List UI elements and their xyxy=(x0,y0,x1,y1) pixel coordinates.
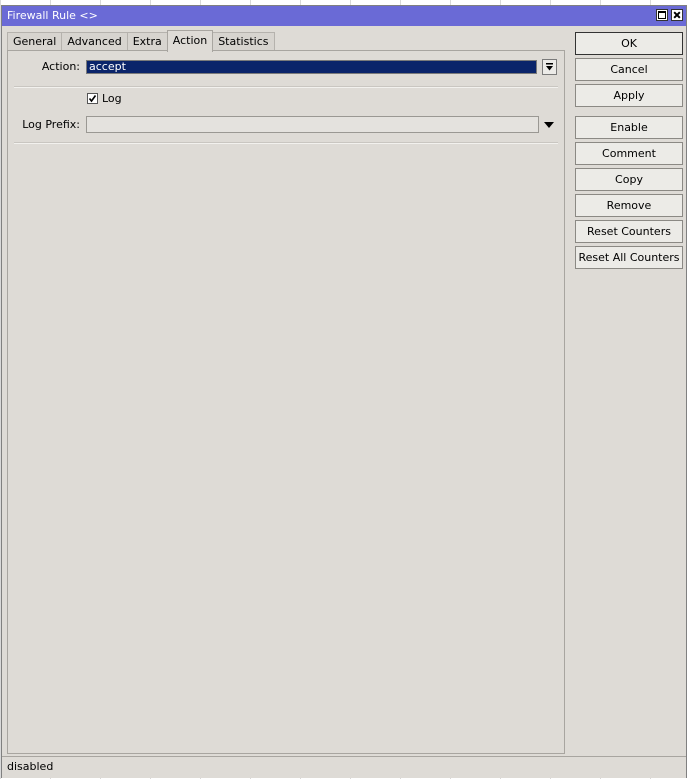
maximize-icon[interactable] xyxy=(656,9,668,21)
action-label: Action: xyxy=(41,60,80,73)
log-checkbox-label: Log xyxy=(102,92,122,105)
check-icon xyxy=(88,95,97,103)
comment-button[interactable]: Comment xyxy=(575,142,683,165)
log-prefix-dropdown-icon[interactable] xyxy=(543,121,555,129)
reset-all-counters-button[interactable]: Reset All Counters xyxy=(575,246,683,269)
log-prefix-label: Log Prefix: xyxy=(22,118,80,131)
tab-action[interactable]: Action xyxy=(166,30,214,52)
title-bar[interactable]: Firewall Rule <> xyxy=(2,6,686,26)
firewall-rule-window: Firewall Rule <> General Advanced Extra … xyxy=(1,5,687,778)
action-select[interactable]: accept xyxy=(86,60,537,74)
tab-extra[interactable]: Extra xyxy=(126,32,168,51)
tab-statistics[interactable]: Statistics xyxy=(212,32,275,51)
enable-button[interactable]: Enable xyxy=(575,116,683,139)
window-title: Firewall Rule <> xyxy=(7,9,98,22)
status-text: disabled xyxy=(7,760,54,773)
tab-advanced[interactable]: Advanced xyxy=(61,32,128,51)
log-prefix-input[interactable] xyxy=(86,116,539,133)
copy-button[interactable]: Copy xyxy=(575,168,683,191)
cancel-button[interactable]: Cancel xyxy=(575,58,683,81)
section-divider xyxy=(14,142,558,144)
tab-general[interactable]: General xyxy=(7,32,63,51)
dropdown-arrow-icon xyxy=(546,63,553,71)
close-icon[interactable] xyxy=(671,9,683,21)
remove-button[interactable]: Remove xyxy=(575,194,683,217)
ok-button[interactable]: OK xyxy=(575,32,683,55)
tab-bar: General Advanced Extra Action Statistics xyxy=(7,30,275,52)
log-checkbox[interactable] xyxy=(87,93,98,104)
section-divider xyxy=(14,86,558,88)
apply-button[interactable]: Apply xyxy=(575,84,683,107)
status-bar: disabled xyxy=(2,756,686,778)
action-tab-panel: Action: accept Log Log Prefix: xyxy=(7,50,565,754)
reset-counters-button[interactable]: Reset Counters xyxy=(575,220,683,243)
action-dropdown-button[interactable] xyxy=(542,59,557,75)
